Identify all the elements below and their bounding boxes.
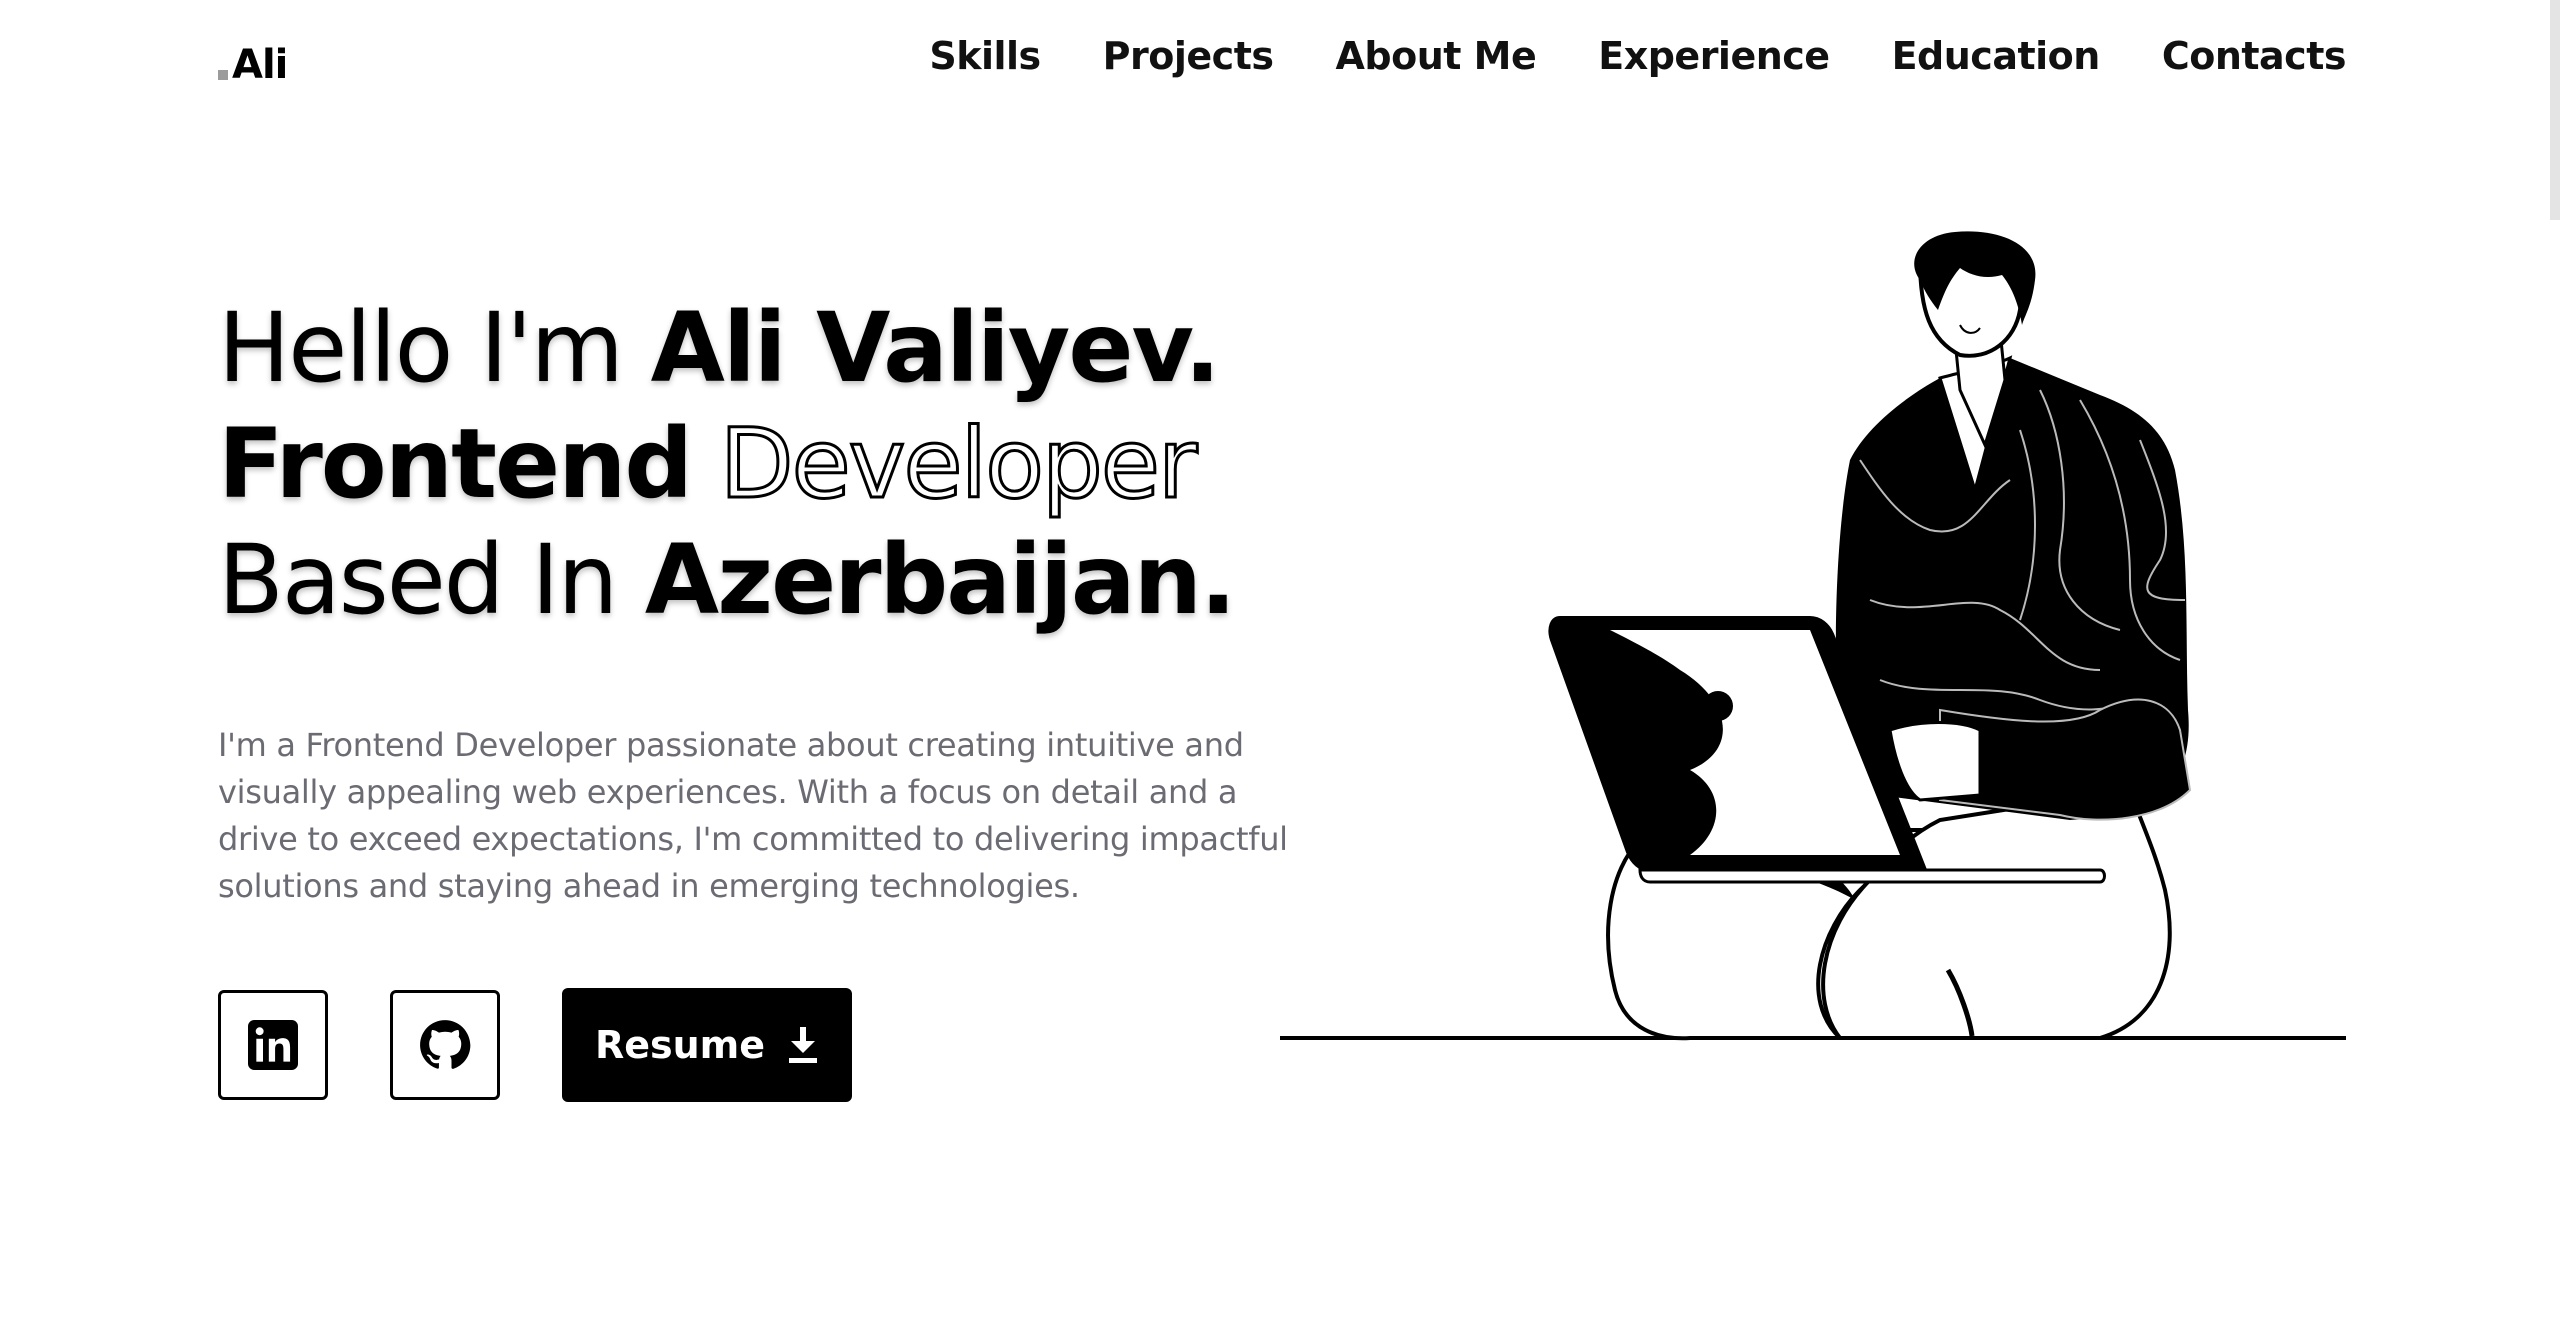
scrollbar-thumb[interactable] [2550, 0, 2560, 220]
hero-section: Hello I'm Ali Valiyev. Frontend Develope… [218, 290, 1298, 1102]
download-icon [789, 1027, 818, 1063]
nav-education[interactable]: Education [1892, 34, 2101, 78]
headline-line-1: Hello I'm Ali Valiyev. [218, 290, 1298, 406]
headline-greeting: Hello I'm [218, 292, 651, 404]
headline-name: Ali Valiyev. [650, 292, 1221, 404]
hero-illustration [1280, 230, 2350, 1050]
headline-role-bold: Frontend [218, 408, 693, 520]
nav-experience[interactable]: Experience [1598, 34, 1830, 78]
portfolio-page: Ali Skills Projects About Me Experience … [0, 0, 2560, 1342]
nav-projects[interactable]: Projects [1103, 34, 1274, 78]
nav-about-me[interactable]: About Me [1335, 34, 1536, 78]
logo-text: Ali [232, 42, 288, 88]
github-icon [420, 1020, 471, 1069]
nav-contacts[interactable]: Contacts [2162, 34, 2347, 78]
headline-line-3: Based In Azerbaijan. [218, 522, 1298, 638]
hero-actions: Resume [218, 988, 1298, 1102]
headline-role-outline: Developer [718, 407, 1199, 522]
site-logo[interactable]: Ali [218, 42, 288, 88]
developer-laptop-illustration [1280, 231, 2346, 1041]
github-button[interactable] [390, 990, 500, 1100]
resume-download-button[interactable]: Resume [562, 988, 852, 1102]
resume-label: Resume [594, 1023, 766, 1067]
headline-location-prefix: Based In [218, 524, 645, 636]
hero-description: I'm a Frontend Developer passionate abou… [218, 726, 1288, 905]
headline-line-2: Frontend Developer [218, 406, 1298, 522]
main-nav: Skills Projects About Me Experience Educ… [929, 34, 2346, 78]
headline-location: Azerbaijan. [644, 524, 1237, 636]
nav-skills[interactable]: Skills [929, 34, 1041, 78]
linkedin-button[interactable] [218, 990, 328, 1100]
logo-dot [218, 70, 228, 80]
linkedin-icon [248, 1020, 298, 1070]
